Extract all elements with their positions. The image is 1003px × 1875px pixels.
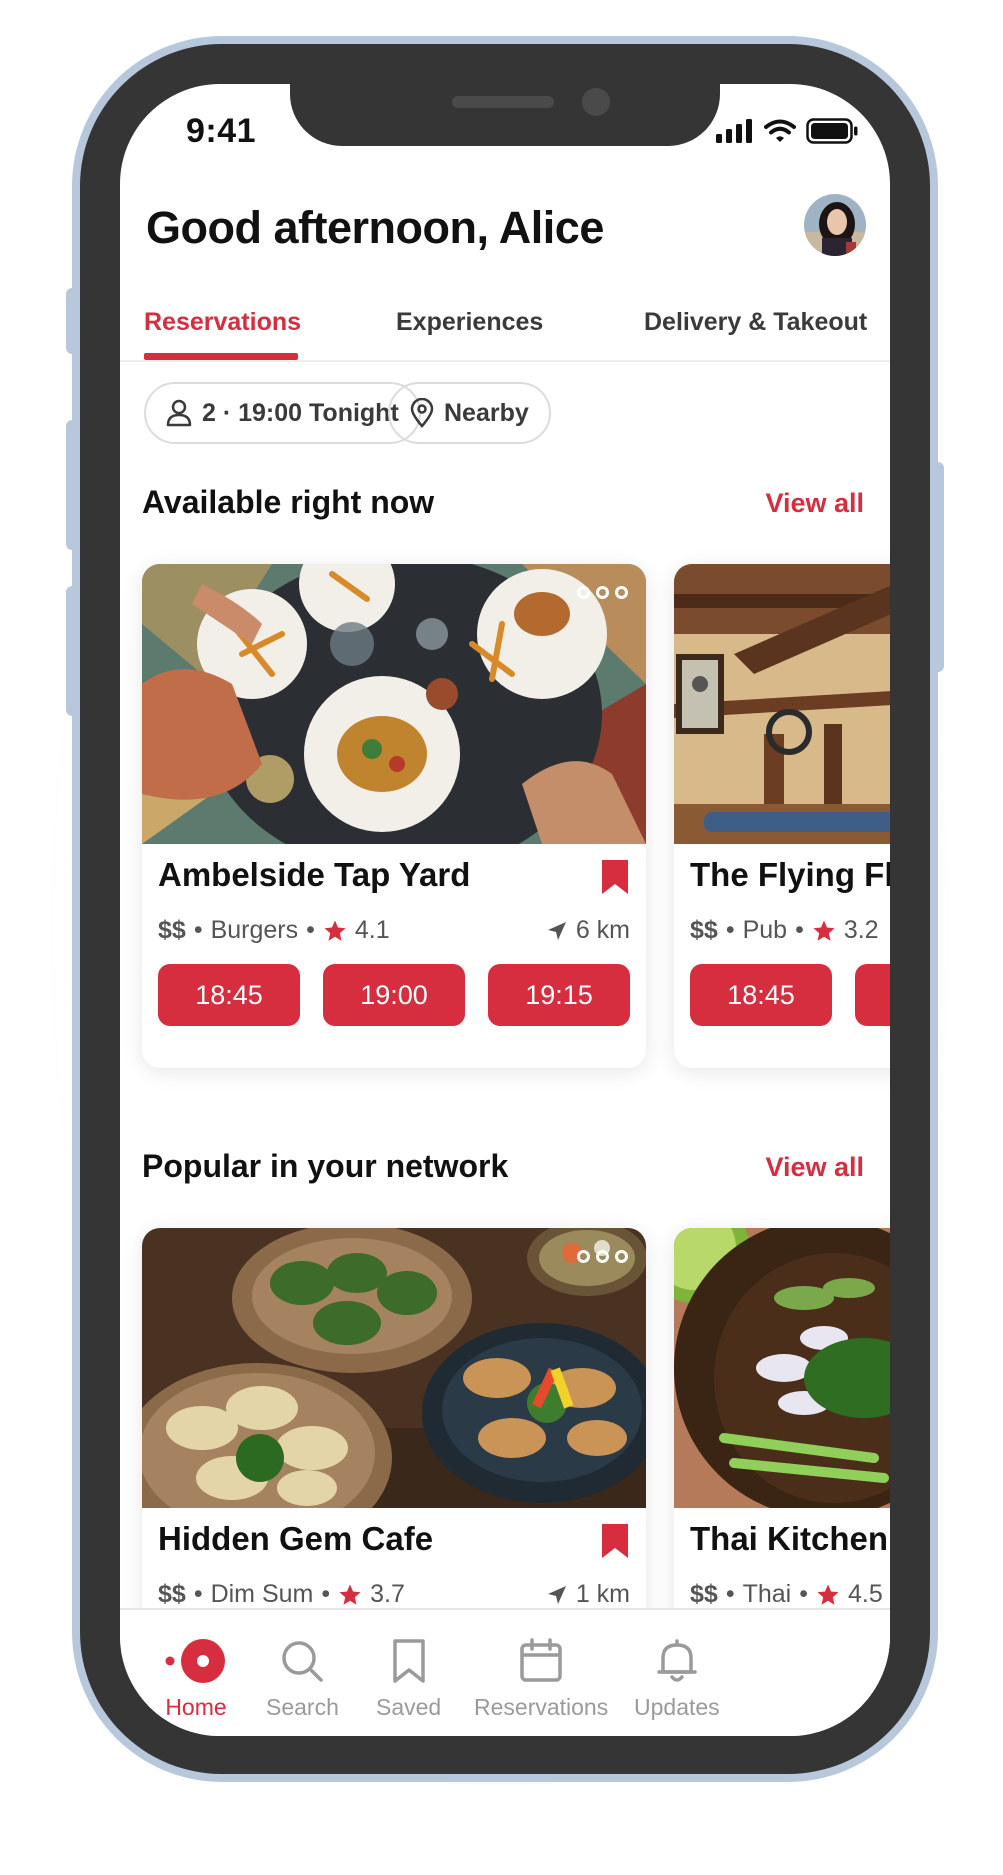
bookmark-filled-icon[interactable] bbox=[600, 1522, 630, 1560]
speaker-grille bbox=[452, 96, 554, 108]
separator-dot: • bbox=[725, 1580, 735, 1608]
signal-icon bbox=[716, 119, 752, 143]
search-icon bbox=[282, 1641, 324, 1682]
separator-dot: • bbox=[193, 1580, 203, 1608]
nav-label: Updates bbox=[634, 1694, 720, 1720]
distance: 6 km bbox=[546, 916, 630, 945]
phone-side-button bbox=[66, 420, 78, 550]
party-time-filter[interactable]: 2 · 19:00 Tonight bbox=[144, 382, 421, 444]
restaurant-photo bbox=[674, 1228, 890, 1508]
view-all-popular-link[interactable]: View all bbox=[765, 1152, 864, 1183]
star-icon bbox=[817, 1584, 839, 1605]
location-label: Nearby bbox=[444, 398, 529, 427]
time-slot-button[interactable]: 19:00 bbox=[323, 964, 465, 1026]
avatar[interactable] bbox=[804, 194, 866, 256]
rating: 3.2 bbox=[843, 916, 879, 944]
cuisine: Burgers bbox=[210, 916, 299, 944]
separator-dot: • bbox=[321, 1580, 331, 1608]
distance: 1 km bbox=[546, 1580, 630, 1609]
price-level: $$ bbox=[158, 916, 186, 944]
separator-dot: • bbox=[799, 1580, 808, 1608]
location-pin-icon bbox=[410, 398, 434, 428]
distance-value: 6 km bbox=[575, 916, 630, 944]
distance-value: 1 km bbox=[575, 1580, 630, 1608]
restaurant-card[interactable]: The Flying Fl $$ • Pub • 3.2 18:45 bbox=[674, 564, 890, 1068]
price-level: $$ bbox=[158, 1580, 186, 1608]
home-icon bbox=[165, 1639, 225, 1683]
time-slot-button[interactable]: 18:45 bbox=[690, 964, 832, 1026]
separator-dot: • bbox=[725, 916, 735, 944]
bookmark-filled-icon[interactable] bbox=[600, 858, 630, 896]
bottom-nav: Home Search Saved Reservations Updates bbox=[120, 1608, 890, 1736]
separator-dot: • bbox=[795, 916, 804, 944]
restaurant-meta: $$ • Burgers • 4.1 bbox=[158, 916, 390, 945]
status-icons bbox=[716, 118, 858, 144]
rating: 3.7 bbox=[370, 1580, 405, 1608]
star-icon bbox=[339, 1584, 361, 1605]
nav-label: Home bbox=[165, 1694, 227, 1720]
section-title-available: Available right now bbox=[142, 484, 435, 520]
nav-home[interactable]: Home bbox=[164, 1638, 228, 1721]
front-camera bbox=[582, 88, 610, 116]
phone-side-button bbox=[66, 586, 78, 716]
tab-delivery-takeout[interactable]: Delivery & Takeout bbox=[644, 308, 867, 337]
rating: 4.1 bbox=[354, 916, 390, 944]
star-icon bbox=[813, 920, 835, 941]
status-time: 9:41 bbox=[186, 112, 257, 150]
notch bbox=[290, 84, 720, 146]
view-all-available-link[interactable]: View all bbox=[765, 488, 864, 519]
restaurant-meta: $$ • Thai • 4.5 bbox=[690, 1580, 883, 1609]
restaurant-card[interactable]: Ambelside Tap Yard $$ • Burgers • 4.1 6 … bbox=[142, 564, 646, 1068]
battery-icon bbox=[806, 118, 858, 144]
location-filter[interactable]: Nearby bbox=[388, 382, 551, 444]
phone-side-button bbox=[66, 288, 78, 354]
nav-label: Search bbox=[266, 1694, 339, 1720]
restaurant-name: Thai Kitchen bbox=[690, 1520, 889, 1557]
tab-bar: Reservations Experiences Delivery & Take… bbox=[120, 308, 890, 362]
time-slot-button[interactable] bbox=[855, 964, 890, 1026]
phone-screen: 9:41 Good afternoon, Alice Reservations … bbox=[120, 84, 890, 1736]
page-title: Good afternoon, Alice bbox=[146, 202, 604, 253]
separator-dot: • bbox=[193, 916, 203, 944]
restaurant-photo bbox=[674, 564, 890, 844]
active-tab-indicator bbox=[144, 353, 298, 360]
more-options-icon[interactable] bbox=[577, 586, 628, 599]
price-level: $$ bbox=[690, 916, 718, 944]
restaurant-name: The Flying Fl bbox=[690, 856, 890, 893]
nav-reservations[interactable]: Reservations bbox=[474, 1638, 608, 1721]
rating: 4.5 bbox=[847, 1580, 883, 1608]
restaurant-photo bbox=[142, 1228, 646, 1508]
cuisine: Thai bbox=[742, 1580, 792, 1608]
nav-label: Saved bbox=[376, 1694, 442, 1720]
restaurant-photo bbox=[142, 564, 646, 844]
navigation-arrow-icon bbox=[547, 921, 566, 940]
time-slot-button[interactable]: 19:15 bbox=[488, 964, 630, 1026]
tab-reservations[interactable]: Reservations bbox=[144, 308, 301, 337]
star-icon bbox=[324, 920, 346, 941]
restaurant-meta: $$ • Pub • 3.2 bbox=[690, 916, 879, 945]
calendar-icon bbox=[520, 1638, 562, 1682]
cuisine: Pub bbox=[742, 916, 788, 944]
nav-updates[interactable]: Updates bbox=[634, 1638, 720, 1721]
bookmark-icon bbox=[392, 1639, 425, 1683]
nav-label: Reservations bbox=[474, 1694, 609, 1720]
bell-icon bbox=[657, 1639, 697, 1682]
restaurant-name: Ambelside Tap Yard bbox=[158, 856, 471, 893]
wifi-icon bbox=[764, 119, 796, 142]
nav-saved[interactable]: Saved bbox=[376, 1638, 441, 1721]
phone-side-button bbox=[932, 462, 944, 672]
person-icon bbox=[166, 399, 192, 427]
time-slot-button[interactable]: 18:45 bbox=[158, 964, 300, 1026]
restaurant-name: Hidden Gem Cafe bbox=[158, 1520, 434, 1557]
tab-experiences[interactable]: Experiences bbox=[396, 308, 543, 337]
price-level: $$ bbox=[690, 1580, 718, 1608]
party-time-label: 2 · 19:00 Tonight bbox=[202, 398, 399, 427]
nav-search[interactable]: Search bbox=[266, 1638, 339, 1721]
more-options-icon[interactable] bbox=[577, 1250, 628, 1263]
restaurant-meta: $$ • Dim Sum • 3.7 bbox=[158, 1580, 405, 1609]
cuisine: Dim Sum bbox=[210, 1580, 314, 1608]
section-title-popular: Popular in your network bbox=[142, 1148, 509, 1184]
separator-dot: • bbox=[306, 916, 315, 944]
navigation-arrow-icon bbox=[547, 1585, 566, 1604]
